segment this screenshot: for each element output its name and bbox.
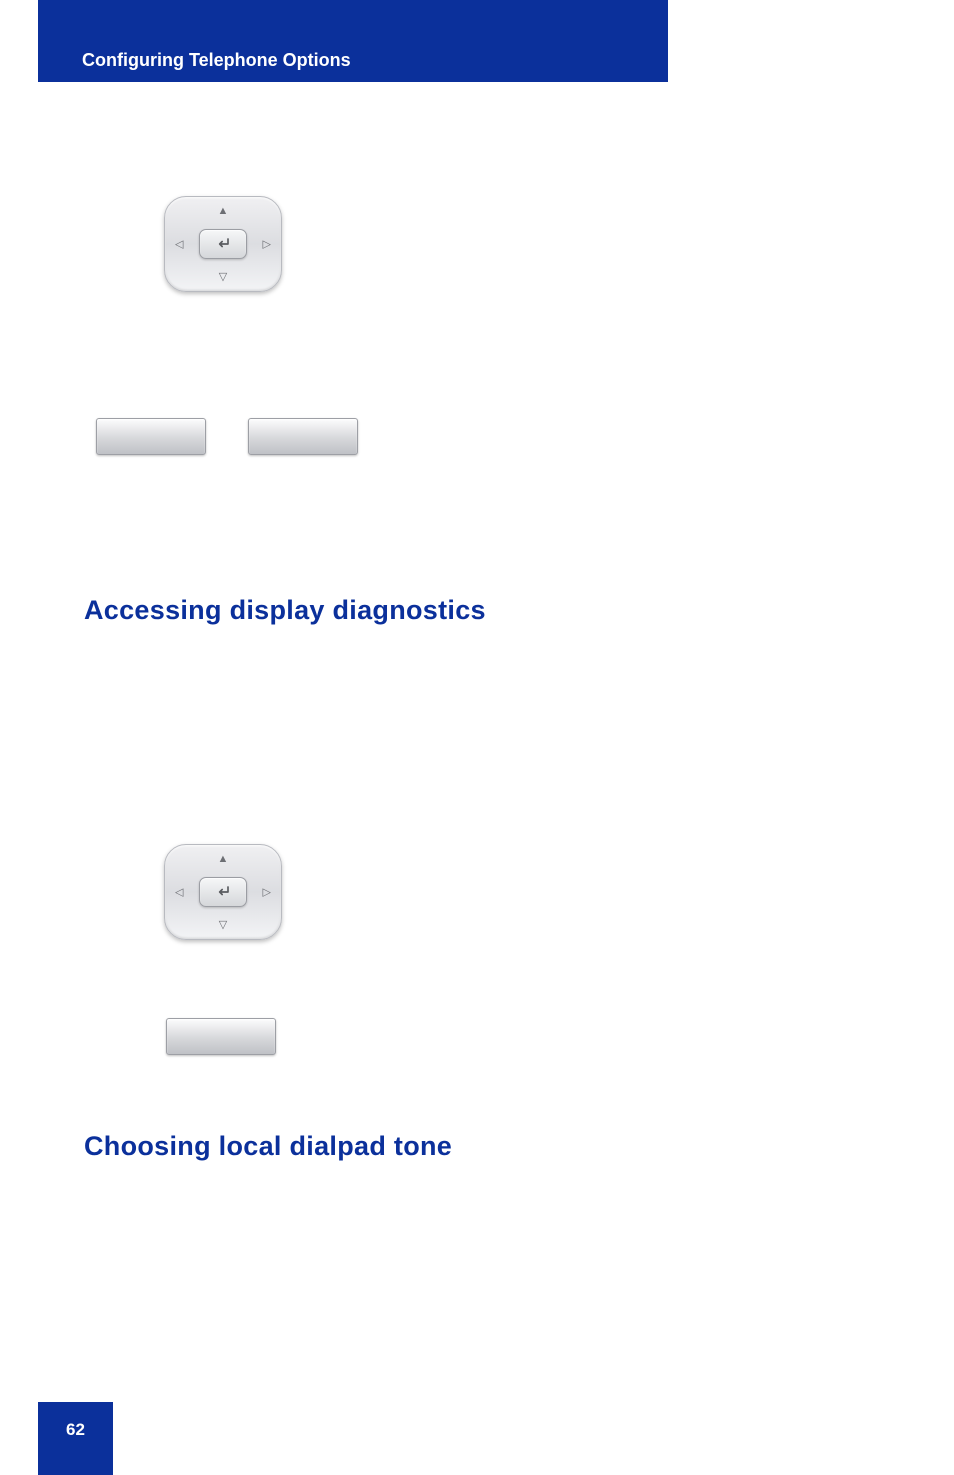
- enter-button-icon: [199, 877, 247, 907]
- softkey-button-icon: [166, 1018, 276, 1055]
- enter-glyph-icon: [213, 237, 233, 251]
- enter-glyph-icon: [213, 885, 233, 899]
- arrow-down-icon: ▽: [219, 918, 227, 931]
- page-header: Configuring Telephone Options: [38, 0, 668, 82]
- softkey-row: [96, 418, 894, 455]
- softkey-single: [166, 1018, 894, 1055]
- section-heading-dialpad-tone: Choosing local dialpad tone: [84, 1131, 894, 1162]
- arrow-left-icon: ◁: [175, 238, 183, 251]
- arrow-up-icon: ▲: [218, 205, 229, 217]
- softkey-button-icon: [96, 418, 206, 455]
- navigation-pad-icon: ▲ ▽ ◁ ▷: [164, 196, 282, 292]
- arrow-up-icon: ▲: [218, 853, 229, 865]
- page-number: 62: [66, 1420, 85, 1440]
- softkey-button-icon: [248, 418, 358, 455]
- arrow-right-icon: ▷: [263, 238, 271, 251]
- section-heading-diagnostics: Accessing display diagnostics: [84, 595, 894, 626]
- navigation-pad-icon: ▲ ▽ ◁ ▷: [164, 844, 282, 940]
- arrow-left-icon: ◁: [175, 886, 183, 899]
- enter-button-icon: [199, 229, 247, 259]
- arrow-down-icon: ▽: [219, 270, 227, 283]
- page-content: ▲ ▽ ◁ ▷ Accessing display diagnostics ▲ …: [84, 82, 894, 1162]
- arrow-right-icon: ▷: [263, 886, 271, 899]
- page-header-title: Configuring Telephone Options: [38, 0, 668, 71]
- page-footer: 62: [38, 1402, 113, 1475]
